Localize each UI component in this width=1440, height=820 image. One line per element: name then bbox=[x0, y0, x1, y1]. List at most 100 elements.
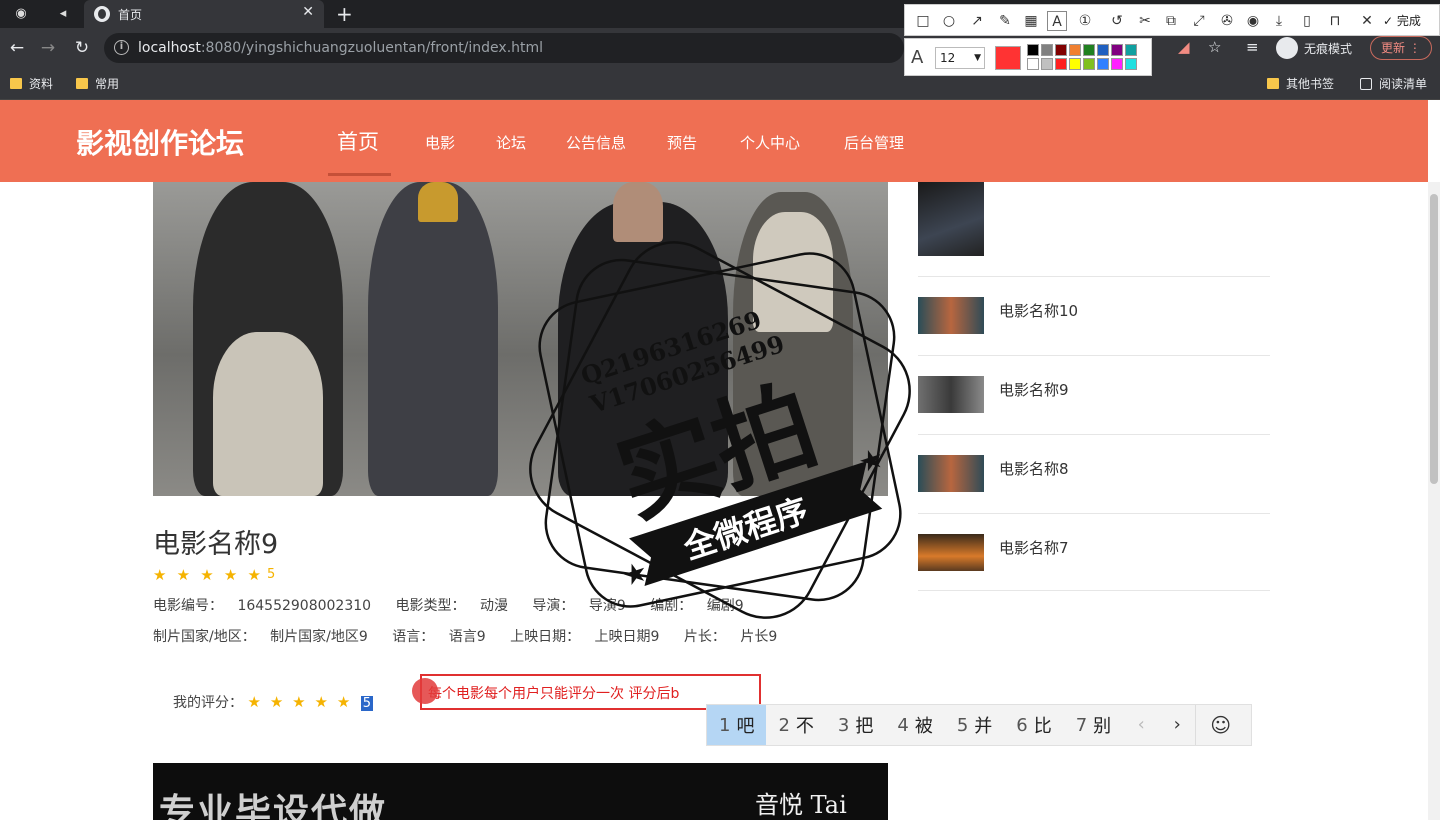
rate-star-2[interactable]: ★ bbox=[270, 693, 283, 711]
font-size-select[interactable]: 12 bbox=[935, 47, 985, 69]
other-bookmarks[interactable]: 其他书签 bbox=[1267, 75, 1334, 92]
color-swatch[interactable] bbox=[1027, 58, 1039, 70]
close-tab-icon[interactable]: ✕ bbox=[302, 4, 314, 20]
reading-list[interactable]: 阅读清单 bbox=[1360, 75, 1427, 92]
sidebar-movie-item[interactable]: 电影名称7 bbox=[918, 534, 1270, 571]
my-rating: 我的评分： ★ ★ ★ ★ ★ 5 bbox=[173, 692, 374, 712]
sidebar-movie-name: 电影名称8 bbox=[999, 460, 1069, 478]
reload-icon[interactable]: ↻ bbox=[72, 38, 92, 58]
record-icon[interactable]: ◉ bbox=[1243, 11, 1263, 31]
address-bar[interactable]: i localhost:8080/yingshichuangzuoluentan… bbox=[104, 33, 904, 63]
bookmark-folder-2[interactable]: 常用 bbox=[76, 75, 119, 92]
color-swatch[interactable] bbox=[1055, 44, 1067, 56]
expand-icon[interactable]: ⤢ bbox=[1189, 11, 1209, 31]
color-swatch[interactable] bbox=[1069, 44, 1081, 56]
movie-info-line-2: 制片国家/地区： 制片国家/地区9 语言： 语言9 上映日期： 上映日期9 片长… bbox=[153, 626, 797, 646]
sidebar-movie-item[interactable] bbox=[918, 182, 1270, 256]
text-tool-icon[interactable]: A bbox=[1047, 11, 1067, 31]
nav-forum[interactable]: 论坛 bbox=[496, 132, 526, 153]
tab-home[interactable]: 首页 ✕ bbox=[84, 0, 324, 28]
ime-next-icon[interactable]: › bbox=[1159, 705, 1195, 745]
movie-poster-image bbox=[153, 182, 888, 496]
ime-candidate[interactable]: 5并 bbox=[945, 705, 1004, 745]
color-swatch[interactable] bbox=[1069, 58, 1081, 70]
color-swatch[interactable] bbox=[1027, 44, 1039, 56]
color-swatch[interactable] bbox=[1041, 58, 1053, 70]
nav-movies[interactable]: 电影 bbox=[425, 132, 455, 153]
sidebar-movie-item[interactable]: 电影名称8 bbox=[918, 455, 1270, 492]
rate-star-5[interactable]: ★ bbox=[337, 693, 350, 711]
current-color-swatch[interactable] bbox=[995, 46, 1021, 70]
browser-menu-icon[interactable]: ◉ bbox=[12, 5, 30, 23]
cancel-icon[interactable]: ✕ bbox=[1357, 11, 1377, 31]
rate-star-4[interactable]: ★ bbox=[315, 693, 328, 711]
emoji-icon[interactable]: ☺ bbox=[1195, 705, 1245, 745]
reading-list-icon[interactable]: ≡ bbox=[1246, 38, 1259, 56]
rectangle-tool-icon[interactable]: □ bbox=[913, 11, 933, 31]
site-info-icon[interactable]: i bbox=[114, 40, 129, 55]
rate-star-1[interactable]: ★ bbox=[247, 693, 260, 711]
number-tool-icon[interactable]: ① bbox=[1075, 11, 1095, 31]
movie-title: 电影名称9 bbox=[153, 529, 279, 560]
blocked-popup-icon[interactable]: ◢ bbox=[1178, 38, 1190, 56]
pen-tool-icon[interactable]: ✎ bbox=[995, 11, 1015, 31]
color-swatch[interactable] bbox=[1083, 58, 1095, 70]
bookmark-star-icon[interactable]: ☆ bbox=[1208, 38, 1221, 56]
done-button[interactable]: ✓ 完成 bbox=[1383, 12, 1421, 29]
pin-icon[interactable]: ✇ bbox=[1217, 11, 1237, 31]
phone-icon[interactable]: ▯ bbox=[1297, 11, 1317, 31]
ellipse-tool-icon[interactable]: ○ bbox=[939, 11, 959, 31]
star-icon: ★ bbox=[153, 565, 167, 584]
tab-title: 首页 bbox=[118, 8, 143, 22]
ime-candidate[interactable]: 7别 bbox=[1064, 705, 1123, 745]
bookmark-icon[interactable]: ⊓ bbox=[1325, 11, 1345, 31]
nav-announcements[interactable]: 公告信息 bbox=[566, 132, 626, 153]
color-swatch[interactable] bbox=[1041, 44, 1053, 56]
color-palette bbox=[1027, 44, 1137, 70]
color-swatch[interactable] bbox=[1055, 58, 1067, 70]
nav-active-underline bbox=[328, 173, 391, 176]
ime-candidate[interactable]: 4被 bbox=[885, 705, 944, 745]
nav-profile[interactable]: 个人中心 bbox=[740, 132, 800, 153]
color-swatch[interactable] bbox=[1125, 58, 1137, 70]
page-scrollbar[interactable] bbox=[1428, 182, 1440, 820]
site-title[interactable]: 影视创作论坛 bbox=[76, 122, 244, 162]
color-swatch[interactable] bbox=[1097, 44, 1109, 56]
undo-icon[interactable]: ↺ bbox=[1107, 11, 1127, 31]
movie-info-line-1: 电影编号： 164552908002310 电影类型： 动漫 导演： 导演9 编… bbox=[153, 595, 764, 615]
cut-icon[interactable]: ✂ bbox=[1135, 11, 1155, 31]
ime-prev-icon[interactable]: ‹ bbox=[1123, 705, 1159, 745]
color-swatch[interactable] bbox=[1083, 44, 1095, 56]
download-icon[interactable]: ⤓ bbox=[1269, 11, 1289, 31]
incognito-indicator[interactable]: 无痕模式 bbox=[1276, 35, 1352, 61]
update-button[interactable]: 更新 ⋮ bbox=[1370, 36, 1432, 60]
sidebar-movie-item[interactable]: 电影名称9 bbox=[918, 376, 1270, 413]
incognito-avatar-icon bbox=[1276, 37, 1298, 59]
color-swatch[interactable] bbox=[1111, 58, 1123, 70]
ime-candidate[interactable]: 6比 bbox=[1004, 705, 1063, 745]
rate-star-3[interactable]: ★ bbox=[292, 693, 305, 711]
new-tab-button[interactable]: + bbox=[336, 2, 353, 26]
ocr-icon[interactable]: ⧉ bbox=[1161, 11, 1181, 31]
scrollbar-thumb[interactable] bbox=[1430, 194, 1438, 484]
mosaic-tool-icon[interactable]: ▦ bbox=[1021, 11, 1041, 31]
sidebar-movie-item[interactable]: 电影名称10 bbox=[918, 297, 1270, 334]
my-rating-label: 我的评分： bbox=[173, 695, 243, 711]
arrow-tool-icon[interactable]: ↗ bbox=[967, 11, 987, 31]
nav-home[interactable]: 首页 bbox=[337, 126, 379, 156]
color-swatch[interactable] bbox=[1125, 44, 1137, 56]
forward-arrow-icon[interactable]: → bbox=[38, 38, 58, 58]
nav-trailers[interactable]: 预告 bbox=[667, 132, 697, 153]
color-swatch[interactable] bbox=[1097, 58, 1109, 70]
ime-candidate[interactable]: 2不 bbox=[766, 705, 825, 745]
back-arrow-icon[interactable]: ← bbox=[7, 38, 27, 58]
nav-admin[interactable]: 后台管理 bbox=[844, 132, 904, 153]
ime-candidate[interactable]: 1吧 bbox=[707, 705, 767, 745]
site-header: 影视创作论坛 首页 电影 论坛 公告信息 预告 个人中心 后台管理 bbox=[0, 100, 1428, 182]
mute-icon[interactable]: ◂ bbox=[54, 5, 72, 23]
color-swatch[interactable] bbox=[1111, 44, 1123, 56]
star-icon: ★ bbox=[200, 565, 214, 584]
movie-director: 导演： 导演9 bbox=[532, 598, 626, 614]
bookmark-folder-1[interactable]: 资料 bbox=[10, 75, 53, 92]
ime-candidate[interactable]: 3把 bbox=[826, 705, 885, 745]
